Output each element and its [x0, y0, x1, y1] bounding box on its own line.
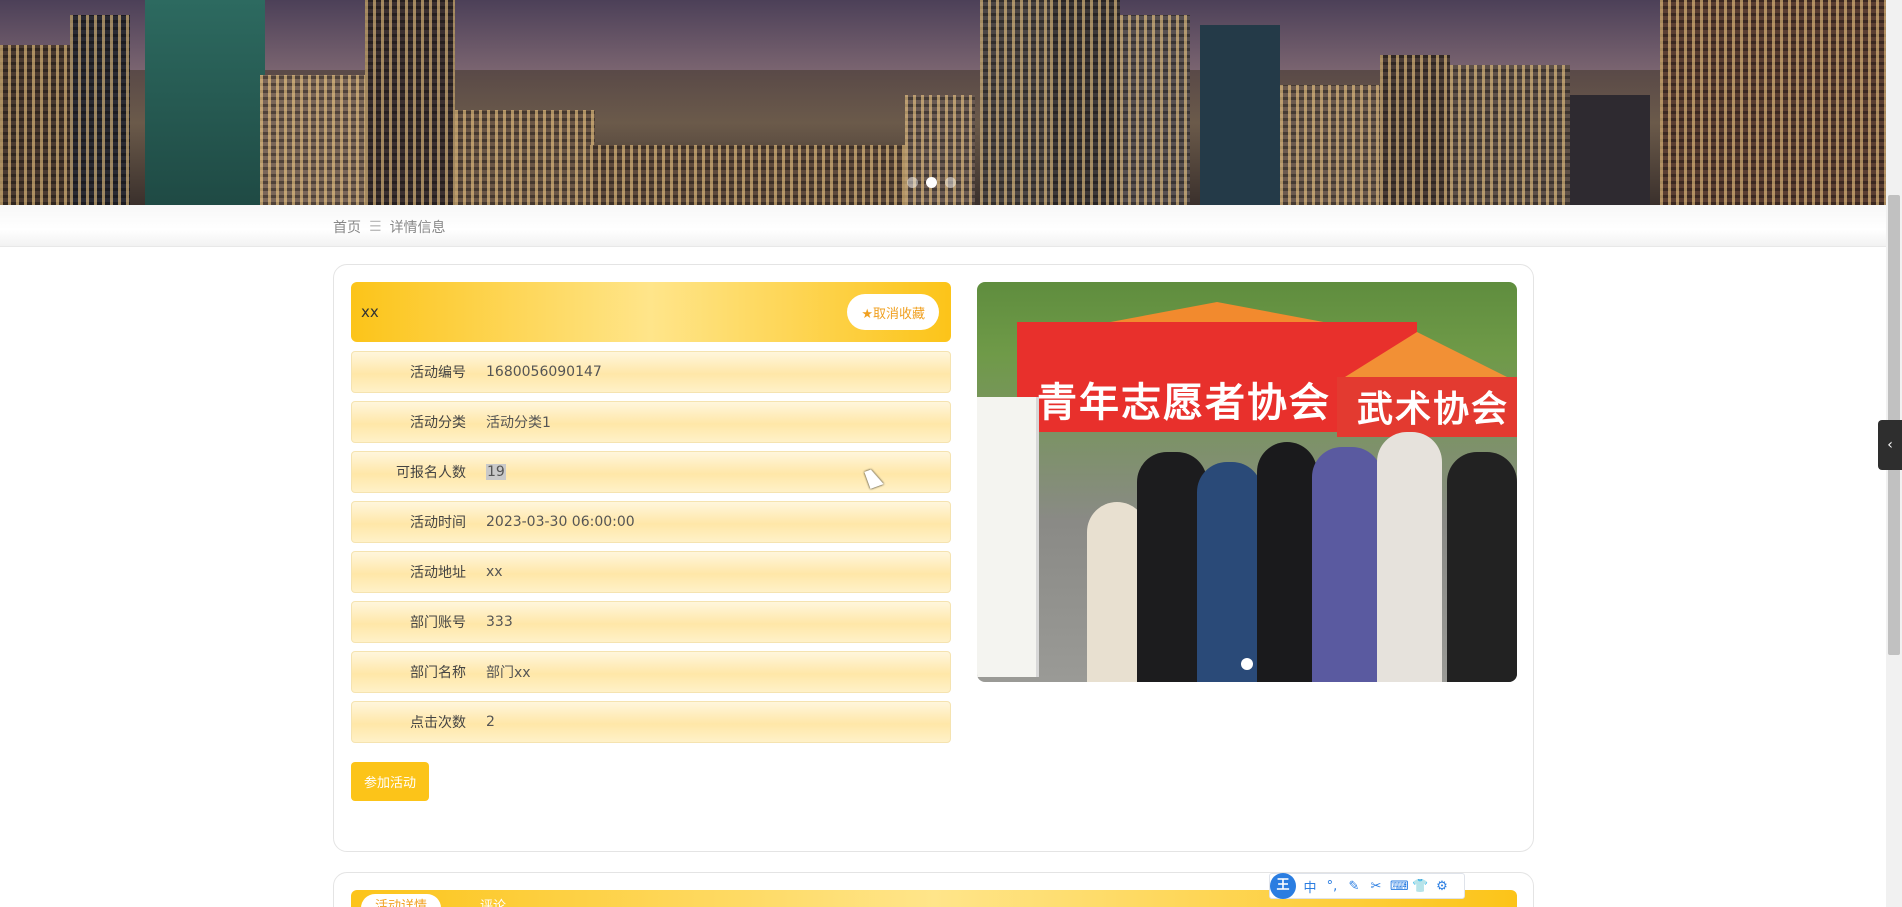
- ime-scissors-icon[interactable]: ✂: [1368, 879, 1384, 894]
- field-label: 活动编号: [410, 365, 466, 381]
- field-row-activity-time: 活动时间 2023-03-30 06:00:00: [351, 501, 951, 543]
- cancel-favorite-button[interactable]: ★取消收藏: [847, 294, 939, 330]
- ime-handwriting-icon[interactable]: ✎: [1346, 879, 1362, 894]
- field-row-department-account: 部门账号 333: [351, 601, 951, 643]
- banner-building: [590, 145, 910, 205]
- side-panel-toggle-chevron-left-icon[interactable]: ‹: [1878, 420, 1902, 470]
- banner-building: [0, 45, 80, 205]
- tab-activity-details[interactable]: 活动详情: [361, 894, 442, 907]
- carousel-dot-active[interactable]: [926, 177, 937, 188]
- field-label: 点击次数: [410, 715, 466, 731]
- photo-person: [1447, 452, 1517, 682]
- breadcrumb: 首页 ☰ 详情信息: [333, 217, 446, 237]
- activity-photo-carousel[interactable]: 青年志愿者协会 武术协会: [977, 282, 1517, 682]
- field-row-department-name: 部门名称 部门xx: [351, 651, 951, 693]
- field-value: 333: [486, 614, 513, 630]
- photo-display-board: [977, 397, 1039, 677]
- carousel-dot[interactable]: [945, 177, 956, 188]
- banner-building: [905, 95, 975, 205]
- banner-building: [455, 110, 595, 205]
- banner-building: [980, 0, 1050, 205]
- field-row-click-count: 点击次数 2: [351, 701, 951, 743]
- join-activity-button[interactable]: 参加活动: [351, 762, 429, 801]
- photo-banner-text: 青年志愿者协会: [1037, 380, 1331, 426]
- field-value-selected: 19: [486, 464, 506, 480]
- breadcrumb-bar: 首页 ☰ 详情信息: [0, 205, 1886, 247]
- banner-building: [1050, 0, 1120, 205]
- carousel-dot[interactable]: [907, 177, 918, 188]
- field-row-capacity: 可报名人数 19: [351, 451, 951, 493]
- breadcrumb-separator-icon: ☰: [369, 219, 382, 235]
- field-value: 2: [486, 714, 495, 730]
- banner-building: [1380, 55, 1450, 205]
- field-label: 部门名称: [410, 665, 466, 681]
- tab-comments[interactable]: 评论: [466, 894, 520, 907]
- ime-skin-icon[interactable]: 👕: [1412, 879, 1428, 894]
- banner-building: [145, 0, 265, 205]
- banner-building: [1450, 65, 1570, 205]
- field-row-activity-id: 活动编号 1680056090147: [351, 351, 951, 393]
- photo-person: [1197, 462, 1262, 682]
- banner-building: [1120, 15, 1190, 205]
- ime-chinese-mode-icon[interactable]: 中: [1302, 877, 1318, 896]
- field-value: 活动分类1: [486, 415, 551, 431]
- ime-settings-icon[interactable]: ⚙: [1434, 879, 1450, 894]
- field-value: 1680056090147: [486, 364, 602, 380]
- banner-building: [1570, 95, 1650, 205]
- field-label: 活动分类: [410, 415, 466, 431]
- detail-fields: 活动编号 1680056090147 活动分类 活动分类1 可报名人数 19 活…: [351, 351, 951, 751]
- field-label: 部门账号: [410, 615, 466, 631]
- banner-building: [1200, 25, 1280, 205]
- field-value: xx: [486, 564, 503, 580]
- top-banner-carousel: [0, 0, 1886, 205]
- field-label: 可报名人数: [396, 465, 466, 481]
- ime-toolbar: 王 中 °, ✎ ✂ ⌨ 👕 ⚙: [1269, 873, 1465, 899]
- banner-building: [365, 0, 455, 205]
- banner-building: [70, 15, 130, 205]
- breadcrumb-current: 详情信息: [389, 220, 446, 236]
- banner-sky: [0, 0, 1886, 70]
- photo-person: [1377, 432, 1442, 682]
- ime-keyboard-icon[interactable]: ⌨: [1390, 879, 1409, 894]
- detail-title: xx: [361, 303, 379, 321]
- banner-building: [260, 75, 370, 205]
- field-row-activity-address: 活动地址 xx: [351, 551, 951, 593]
- field-label: 活动时间: [410, 515, 466, 531]
- photo-person: [1312, 447, 1382, 682]
- banner-building: [1660, 0, 1886, 205]
- banner-building: [1280, 85, 1380, 205]
- carousel-dots: [907, 177, 956, 188]
- field-label: 活动地址: [410, 565, 466, 581]
- breadcrumb-home-link[interactable]: 首页: [333, 217, 361, 237]
- photo-carousel-dot[interactable]: [1241, 658, 1253, 670]
- field-row-activity-category: 活动分类 活动分类1: [351, 401, 951, 443]
- ime-logo-icon[interactable]: 王: [1270, 873, 1296, 899]
- field-value: 2023-03-30 06:00:00: [486, 514, 635, 530]
- ime-punctuation-icon[interactable]: °,: [1324, 879, 1340, 894]
- detail-title-bar: xx ★取消收藏: [351, 282, 951, 342]
- photo-banner-text: 武术协会: [1357, 389, 1510, 430]
- field-value: 部门xx: [486, 665, 531, 681]
- photo-person: [1257, 442, 1317, 682]
